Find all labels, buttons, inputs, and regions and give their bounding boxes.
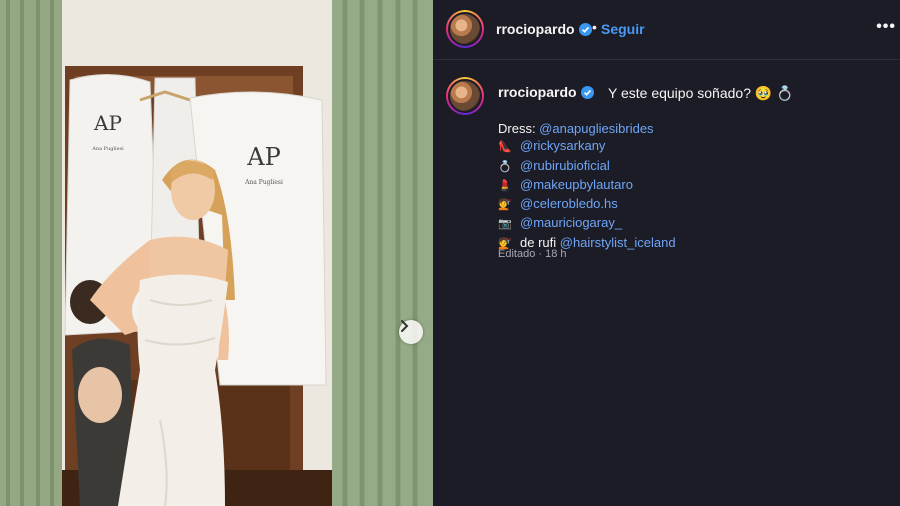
caption-username[interactable]: rrociopardo [498, 84, 594, 100]
caption-line: 📷 @mauriciogaray_ [498, 214, 676, 233]
mention-link[interactable]: @makeupbylautaro [520, 177, 633, 192]
post-panel: rrociopardo • Seguir ••• rrociopardo Y e… [433, 0, 900, 506]
verified-badge-icon [580, 86, 594, 99]
caption-line: 💇 @celerobledo.hs [498, 195, 676, 214]
mention-link[interactable]: @anapugliesibrides [539, 121, 653, 136]
follow-button[interactable]: Seguir [601, 21, 645, 37]
caption-line-dress: Dress: @anapugliesibrides [498, 120, 676, 137]
mention-link[interactable]: @mauriciogaray_ [520, 215, 622, 230]
next-photo-button[interactable] [399, 320, 423, 344]
caption-credits: Dress: @anapugliesibrides 👠 @rickysarkany… [498, 120, 676, 253]
caption-username-text[interactable]: rrociopardo [498, 84, 577, 100]
separator-dot: • [592, 19, 597, 35]
mention-link[interactable]: @celerobledo.hs [520, 196, 618, 211]
caption-line: 👠 @rickysarkany [498, 137, 676, 156]
heel-icon: 👠 [498, 141, 512, 154]
caption-line: 💍 @rubirubioficial [498, 157, 676, 176]
bag-logo-left: AP [93, 111, 122, 135]
photo-illustration: AP Ana Pugliesi AP Ana Pugliesi [0, 0, 433, 506]
username-text[interactable]: rrociopardo [496, 21, 575, 37]
post-timestamp: Editado · 18 h [498, 248, 567, 260]
mention-link[interactable]: @rubirubioficial [520, 158, 610, 173]
chevron-right-icon [401, 320, 409, 332]
lipstick-icon: 💄 [498, 179, 512, 192]
caption-text: Y este equipo soñado? 🥹 💍 [608, 85, 794, 101]
bag-brand-left: Ana Pugliesi [91, 146, 124, 152]
verified-badge-icon [578, 23, 592, 36]
ring-icon: 💍 [498, 160, 512, 173]
camera-icon: 📷 [498, 218, 512, 231]
mention-link[interactable]: @rickysarkany [520, 138, 605, 153]
post-header: rrociopardo • Seguir ••• [433, 0, 900, 60]
caption-line-prefix: Dress: [498, 121, 540, 136]
post-photo: AP Ana Pugliesi AP Ana Pugliesi [0, 0, 433, 506]
caption-avatar[interactable] [446, 77, 484, 115]
mention-link[interactable]: @hairstylist_iceland [560, 235, 676, 250]
caption-line: 💄 @makeupbylautaro [498, 176, 676, 195]
bag-logo-right: AP [246, 143, 280, 171]
more-options-icon[interactable]: ••• [876, 18, 896, 36]
username-header[interactable]: rrociopardo [496, 21, 592, 37]
haircut-icon: 💇 [498, 199, 512, 212]
bag-brand-right: Ana Pugliesi [244, 179, 283, 186]
avatar[interactable] [446, 10, 484, 48]
